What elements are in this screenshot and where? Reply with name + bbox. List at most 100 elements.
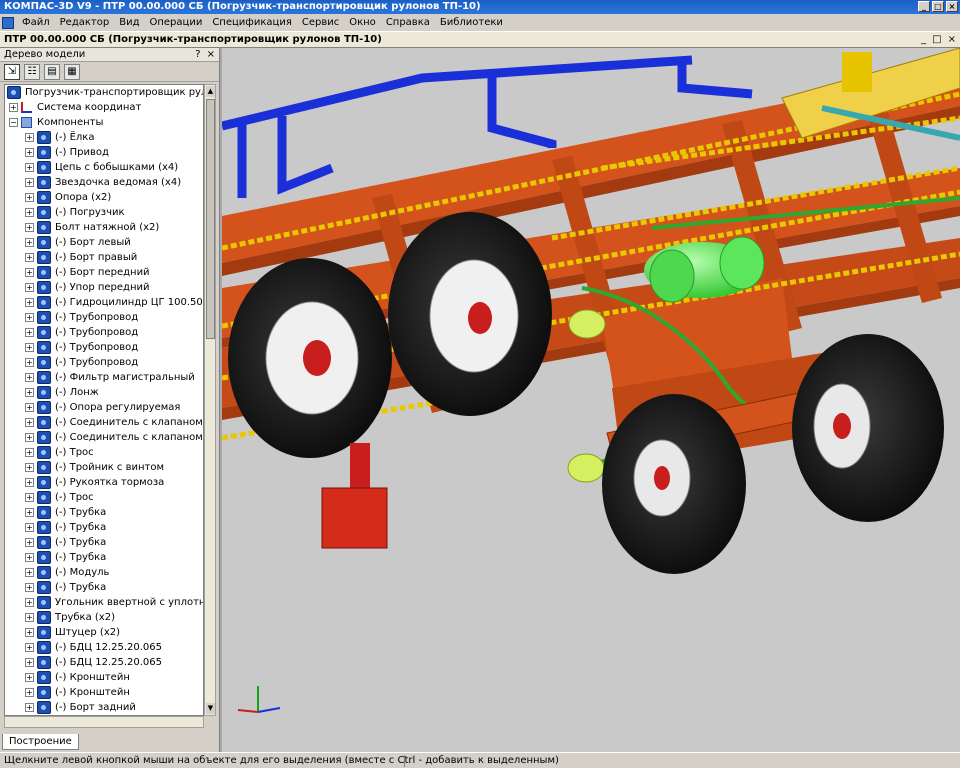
tree-node[interactable]: + (-) Опора регулируемая <box>5 400 203 415</box>
expand-toggle-icon[interactable]: + <box>25 538 34 547</box>
scroll-up-icon[interactable]: ▲ <box>206 86 215 97</box>
doc-minimize-button[interactable]: _ <box>921 32 926 47</box>
expand-toggle-icon[interactable]: + <box>25 358 34 367</box>
tree-node[interactable]: + (-) Трос <box>5 445 203 460</box>
help-button[interactable]: ? <box>195 48 200 62</box>
expand-toggle-icon[interactable]: + <box>25 448 34 457</box>
expand-toggle-icon[interactable]: + <box>25 253 34 262</box>
expand-toggle-icon[interactable]: + <box>25 373 34 382</box>
tree-node[interactable]: + (-) Трубка <box>5 550 203 565</box>
tree-node[interactable]: + (-) Ёлка <box>5 130 203 145</box>
maximize-button[interactable]: □ <box>932 1 944 12</box>
tree-node[interactable]: + Штуцер (x2) <box>5 625 203 640</box>
tree-node[interactable]: + (-) Трубопровод <box>5 355 203 370</box>
tree-node[interactable]: + Болт натяжной (x2) <box>5 220 203 235</box>
tree-node[interactable]: + (-) Трубопровод <box>5 340 203 355</box>
expand-toggle-icon[interactable]: + <box>25 133 34 142</box>
tree-node[interactable]: + (-) Трубопровод <box>5 325 203 340</box>
tree-node[interactable]: + (-) Трубка <box>5 535 203 550</box>
expand-toggle-icon[interactable]: + <box>25 313 34 322</box>
menu-edit[interactable]: Редактор <box>55 14 115 31</box>
menu-view[interactable]: Вид <box>114 14 144 31</box>
tree-node[interactable]: + (-) Лонж <box>5 385 203 400</box>
tree-node[interactable]: + (-) Борт правый <box>5 250 203 265</box>
tree-node[interactable]: + Опора (x2) <box>5 190 203 205</box>
menu-file[interactable]: Файл <box>17 14 55 31</box>
expand-toggle-icon[interactable]: + <box>25 388 34 397</box>
expand-toggle-icon[interactable]: + <box>25 688 34 697</box>
tree-node[interactable]: + Угольник ввертной с уплотнительной п <box>5 595 203 610</box>
expand-toggle-icon[interactable]: + <box>25 148 34 157</box>
tab-build[interactable]: Построение <box>2 734 79 750</box>
expand-toggle-icon[interactable]: + <box>25 553 34 562</box>
expand-toggle-icon[interactable]: + <box>25 583 34 592</box>
tree-mode-icon[interactable]: ⇲ <box>4 63 20 80</box>
expand-toggle-icon[interactable]: + <box>25 598 34 607</box>
expand-toggle-icon[interactable]: + <box>25 673 34 682</box>
expand-toggle-icon[interactable]: − <box>9 118 18 127</box>
spec-icon[interactable]: ▤ <box>44 63 60 80</box>
expand-toggle-icon[interactable]: + <box>25 178 34 187</box>
tree-node[interactable]: + (-) Привод <box>5 145 203 160</box>
tree-node[interactable]: + (-) Борт левый <box>5 235 203 250</box>
tree-node[interactable]: + (-) Трубопровод <box>5 310 203 325</box>
expand-toggle-icon[interactable]: + <box>25 658 34 667</box>
expand-toggle-icon[interactable]: + <box>25 223 34 232</box>
tree-node[interactable]: + (-) Кронштейн <box>5 685 203 700</box>
expand-toggle-icon[interactable]: + <box>25 703 34 712</box>
tree-node[interactable]: + (-) Погрузчик <box>5 205 203 220</box>
tree-node[interactable]: + (-) Кронштейн <box>5 670 203 685</box>
expand-toggle-icon[interactable]: + <box>25 568 34 577</box>
doc-close-button[interactable]: × <box>948 32 956 47</box>
tree-node[interactable]: + Трубка (x2) <box>5 610 203 625</box>
panel-close-button[interactable]: × <box>207 48 215 62</box>
close-button[interactable]: × <box>946 1 958 12</box>
doc-restore-button[interactable]: □ <box>932 32 941 47</box>
tree-node[interactable]: + Звездочка ведомая (x4) <box>5 175 203 190</box>
menu-libraries[interactable]: Библиотеки <box>435 14 508 31</box>
model-viewport[interactable] <box>222 48 960 752</box>
expand-toggle-icon[interactable]: + <box>25 493 34 502</box>
tree-node[interactable]: + (-) Фильтр магистральный <box>5 370 203 385</box>
expand-toggle-icon[interactable]: + <box>25 343 34 352</box>
menu-specification[interactable]: Спецификация <box>207 14 297 31</box>
tree-node[interactable]: + (-) Соединитель с клапаном <box>5 415 203 430</box>
expand-toggle-icon[interactable]: + <box>25 523 34 532</box>
expand-toggle-icon[interactable]: + <box>25 478 34 487</box>
expand-toggle-icon[interactable]: + <box>25 163 34 172</box>
tree-node[interactable]: + (-) Трубка <box>5 505 203 520</box>
expand-toggle-icon[interactable]: + <box>25 328 34 337</box>
tree-node[interactable]: + (-) Трубка <box>5 520 203 535</box>
menu-help[interactable]: Справка <box>381 14 435 31</box>
scroll-thumb[interactable] <box>206 99 215 339</box>
expand-toggle-icon[interactable]: + <box>25 613 34 622</box>
tree-horizontal-scrollbar[interactable] <box>4 716 204 728</box>
tree-node[interactable]: + Система координат <box>5 100 203 115</box>
tree-root[interactable]: Погрузчик-транспортировщик рулонов ТП-10 <box>5 85 203 100</box>
expand-toggle-icon[interactable]: + <box>25 268 34 277</box>
tree-node[interactable]: + (-) БДЦ 12.25.20.065 <box>5 640 203 655</box>
tree-node[interactable]: + (-) Трос <box>5 490 203 505</box>
scroll-down-icon[interactable]: ▼ <box>206 703 215 714</box>
expand-toggle-icon[interactable]: + <box>25 283 34 292</box>
expand-toggle-icon[interactable]: + <box>25 403 34 412</box>
expand-toggle-icon[interactable]: + <box>25 508 34 517</box>
tree-node[interactable]: + (-) Гидроцилиндр ЦГ 100.50.000-10 <box>5 295 203 310</box>
doc-icon[interactable]: ▦ <box>64 63 80 80</box>
minimize-button[interactable]: _ <box>918 1 930 12</box>
tree-node[interactable]: + (-) Тройник с винтом <box>5 460 203 475</box>
expand-toggle-icon[interactable]: + <box>25 193 34 202</box>
tree-node[interactable]: + (-) БДЦ 12.25.20.065 <box>5 655 203 670</box>
tree-node[interactable]: + (-) Соединитель с клапаном <box>5 430 203 445</box>
expand-toggle-icon[interactable]: + <box>25 298 34 307</box>
expand-toggle-icon[interactable]: + <box>25 238 34 247</box>
expand-toggle-icon[interactable]: + <box>25 418 34 427</box>
expand-toggle-icon[interactable]: + <box>25 208 34 217</box>
expand-toggle-icon[interactable]: + <box>25 628 34 637</box>
menu-window[interactable]: Окно <box>344 14 381 31</box>
expand-toggle-icon[interactable]: + <box>25 643 34 652</box>
model-tree[interactable]: Погрузчик-транспортировщик рулонов ТП-10… <box>4 84 204 716</box>
tree-node[interactable]: + Цепь с бобышками (x4) <box>5 160 203 175</box>
tree-node[interactable]: + (-) Трубка <box>5 580 203 595</box>
menu-operations[interactable]: Операции <box>144 14 207 31</box>
